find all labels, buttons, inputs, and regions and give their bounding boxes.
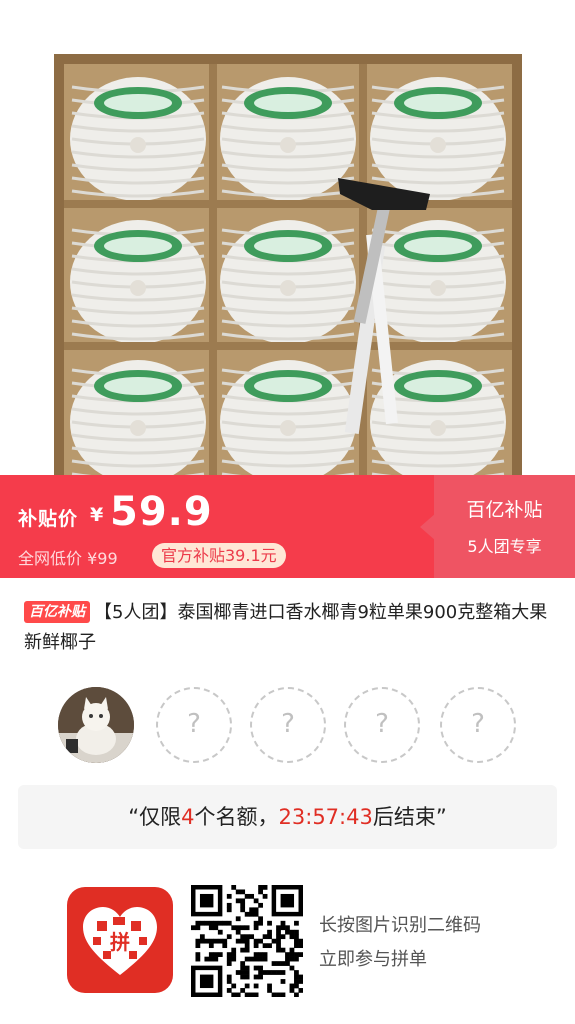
subsidy-price: 59.9 xyxy=(110,489,213,535)
cat-avatar-icon xyxy=(58,687,134,763)
subsidy-badge-title: 百亿补贴 xyxy=(466,499,543,521)
price-banner: 补贴价 ¥ 59.9 全网低价 ¥99 官方补贴39.1元 百亿补贴 5人团专享 xyxy=(0,475,575,578)
countdown-suffix: 后结束” xyxy=(372,805,447,829)
countdown-middle: 个名额， xyxy=(194,805,279,829)
countdown-bar: “仅限4个名额，23:57:43后结束” xyxy=(18,785,557,849)
qr-hint-line1: 长按图片识别二维码 xyxy=(319,915,481,936)
empty-slot: ? xyxy=(344,687,420,763)
question-mark-icon: ? xyxy=(187,709,201,739)
qr-code-icon xyxy=(191,885,304,998)
original-price: 全网低价 ¥99 xyxy=(18,549,118,568)
product-title-text: 【5人团】泰国椰青进口香水椰青9粒单果900克整箱大果新鲜椰子 xyxy=(24,602,548,653)
subsidy-price-label: 补贴价 xyxy=(18,508,79,530)
empty-slot: ? xyxy=(440,687,516,763)
question-mark-icon: ? xyxy=(471,709,485,739)
qr-hint-line2: 立即参与拼单 xyxy=(319,949,427,970)
question-mark-icon: ? xyxy=(375,709,389,739)
question-mark-icon: ? xyxy=(281,709,295,739)
group-members: ? ? ? ? xyxy=(58,687,528,763)
remaining-slots-count: 4 xyxy=(181,805,195,829)
qr-code[interactable] xyxy=(191,885,304,998)
avatar[interactable] xyxy=(58,687,134,763)
empty-slot: ? xyxy=(250,687,326,763)
pinduoduo-app-icon: 拼 xyxy=(67,887,173,993)
discount-pill: 官方补贴39.1元 xyxy=(152,543,286,568)
product-image[interactable] xyxy=(0,0,575,475)
empty-slot: ? xyxy=(156,687,232,763)
countdown-timer: 23:57:43 xyxy=(278,805,373,829)
product-title: 百亿补贴 【5人团】泰国椰青进口香水椰青9粒单果900克整箱大果新鲜椰子 xyxy=(24,598,554,658)
countdown-prefix: “仅限 xyxy=(128,805,182,829)
product-photo xyxy=(54,54,522,475)
subsidy-tag: 百亿补贴 xyxy=(24,601,90,623)
subsidy-badge: 百亿补贴 5人团专享 xyxy=(434,475,575,578)
currency-symbol: ¥ xyxy=(90,504,104,526)
subsidy-badge-subtitle: 5人团专享 xyxy=(467,537,542,556)
svg-text:拼: 拼 xyxy=(110,930,130,954)
